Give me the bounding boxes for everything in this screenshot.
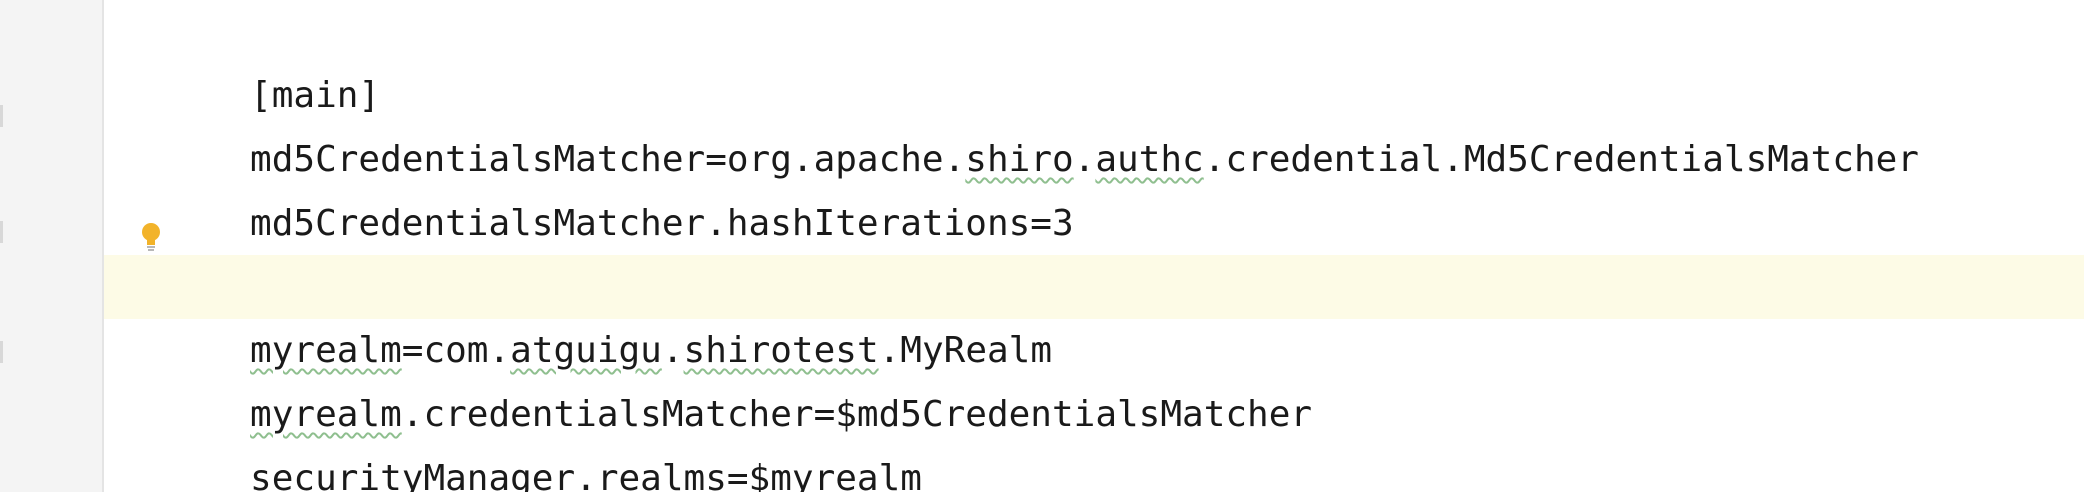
gutter-marker: [0, 341, 3, 363]
code-editor[interactable]: [main] md5CredentialsMatcher=org.apache.…: [0, 0, 2084, 492]
gutter-marker: [0, 105, 3, 127]
code-area[interactable]: [main] md5CredentialsMatcher=org.apache.…: [104, 0, 2084, 492]
code-line-1[interactable]: [main]: [104, 0, 2084, 116]
spelling-flagged-word: myrealm: [770, 458, 922, 492]
code-line-7[interactable]: securityManager.realms=$myrealm: [104, 383, 2084, 492]
code-line-2[interactable]: md5CredentialsMatcher=org.apache.shiro.a…: [104, 64, 2084, 180]
code-line-3[interactable]: md5CredentialsMatcher.hashIterations=3: [104, 128, 2084, 244]
code-line-6[interactable]: myrealm.credentialsMatcher=$md5Credentia…: [104, 319, 2084, 435]
gutter-marker: [0, 221, 3, 243]
code-line-5-current[interactable]: myrealm=com.atguigu.shirotest.MyRealm: [104, 255, 2084, 371]
code-text: securityManager.realms=$: [250, 458, 771, 492]
code-line-4[interactable]: [104, 192, 2084, 256]
editor-gutter[interactable]: [0, 0, 104, 492]
